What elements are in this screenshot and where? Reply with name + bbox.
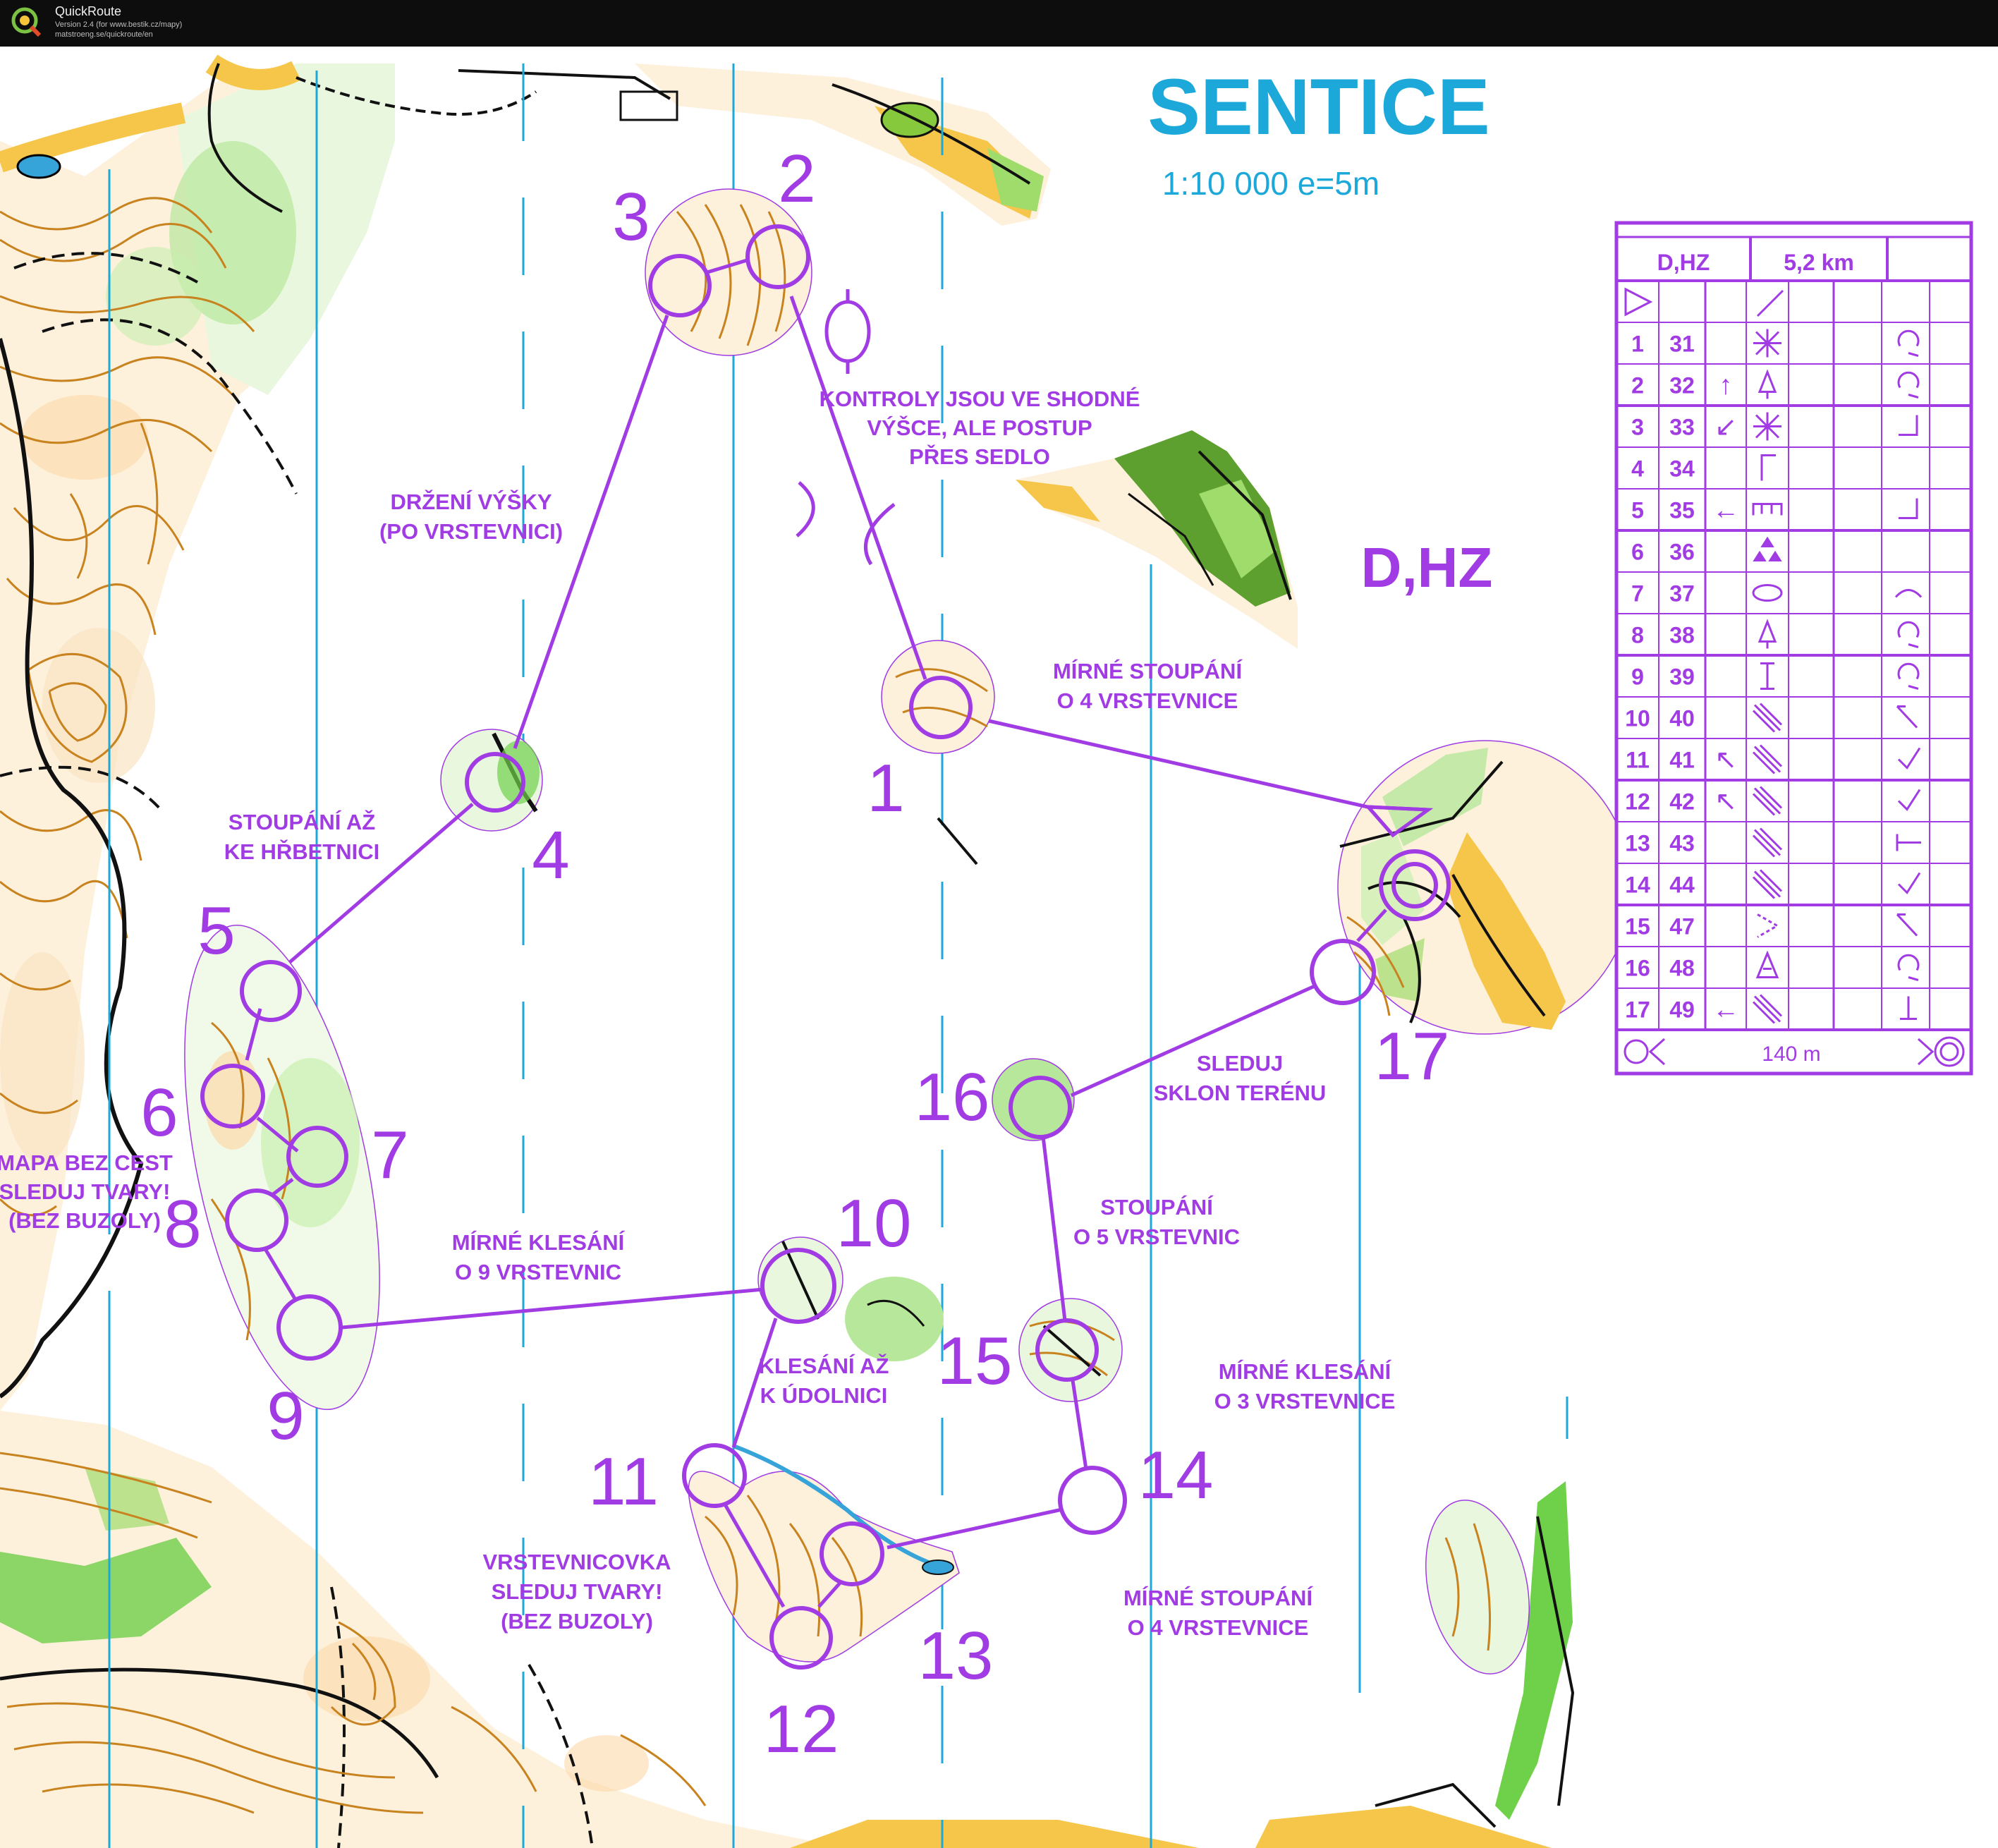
app-version: Version 2.4 (for www.bestik.cz/mapy) mat… — [55, 20, 182, 39]
note-4-line2: KE HŘBETNICI — [224, 839, 379, 864]
control-number-6: 6 — [140, 1075, 178, 1150]
url-line: matstroeng.se/quickroute/en — [55, 30, 153, 39]
control-number-15: 15 — [937, 1323, 1013, 1399]
control-number-11: 11 — [588, 1444, 659, 1519]
sheet-length: 5,2 km — [1784, 250, 1854, 275]
map-scale: 1:10 000 e=5m — [1162, 165, 1379, 202]
control-number-4: 4 — [532, 817, 569, 893]
sheet-row-code: 43 — [1669, 831, 1695, 856]
note-10-line2: O 3 VRSTEVNICE — [1214, 1389, 1396, 1414]
sheet-row-number: 14 — [1625, 873, 1650, 898]
sheet-row-number: 16 — [1625, 956, 1650, 981]
note-8-line2: O 9 VRSTEVNIC — [455, 1260, 621, 1284]
note-10-line1: MÍRNÉ KLESÁNÍ — [1219, 1359, 1392, 1384]
sheet-finish-distance: 140 m — [1762, 1042, 1820, 1066]
sheet-row-code: 37 — [1669, 581, 1695, 607]
control-number-2: 2 — [778, 141, 815, 217]
sheet-row-code: 48 — [1669, 956, 1695, 981]
sheet-feature-gully-icon — [1753, 412, 1781, 441]
note-12-line2: O 4 VRSTEVNICE — [1128, 1615, 1309, 1640]
note-2-line1: DRŽENÍ VÝŠKY — [390, 489, 552, 514]
sheet-row-direction: ← — [1712, 496, 1739, 525]
sheet-row-code: 34 — [1669, 456, 1695, 482]
note-9-line1: KLESÁNÍ AŽ — [759, 1353, 889, 1378]
sheet-row-number: 11 — [1626, 748, 1650, 773]
sheet-row-number: 12 — [1625, 789, 1650, 815]
app-title: QuickRoute — [55, 4, 122, 18]
sheet-row-number: 6 — [1631, 540, 1644, 565]
note-3-line1: MÍRNÉ STOUPÁNÍ — [1053, 659, 1243, 683]
sheet-row-code: 49 — [1669, 997, 1695, 1023]
sheet-row-number: 7 — [1631, 581, 1644, 607]
sheet-category: D,HZ — [1657, 250, 1710, 275]
sheet-row-code: 33 — [1669, 415, 1695, 440]
control-number-5: 5 — [197, 893, 235, 968]
note-9-line2: K ÚDOLNICI — [760, 1382, 888, 1408]
note-7-line1: STOUPÁNÍ — [1100, 1195, 1214, 1220]
map-category: D,HZ — [1361, 536, 1493, 599]
sheet-row-code: 38 — [1669, 623, 1695, 648]
control-number-10: 10 — [836, 1186, 912, 1261]
control-number-9: 9 — [267, 1378, 304, 1454]
note-12-line1: MÍRNÉ STOUPÁNÍ — [1123, 1586, 1314, 1610]
sheet-row-code: 39 — [1669, 664, 1695, 690]
note-5-line1: MAPA BEZ CEST — [0, 1150, 173, 1175]
sheet-row-number: 9 — [1631, 664, 1644, 690]
sheet-row-code: 32 — [1669, 373, 1695, 399]
sheet-row-number: 4 — [1631, 456, 1644, 482]
sheet-row-direction: ↖ — [1714, 787, 1737, 817]
sheet-row-number: 2 — [1631, 373, 1644, 399]
version-line: Version 2.4 (for www.bestik.cz/mapy) — [55, 20, 183, 29]
control-number-1: 1 — [867, 750, 904, 826]
note-3-line2: O 4 VRSTEVNICE — [1057, 688, 1238, 713]
note-11-line3: (BEZ BUZOLY) — [501, 1609, 653, 1634]
control-number-13: 13 — [918, 1618, 994, 1694]
sheet-row-number: 15 — [1625, 914, 1650, 940]
note-6-line1: SLEDUJ — [1197, 1051, 1283, 1076]
sheet-row-direction: ↑ — [1719, 371, 1733, 401]
sheet-row-number: 13 — [1625, 831, 1650, 856]
control-number-17: 17 — [1375, 1019, 1450, 1094]
control-description-sheet[interactable]: D,HZ 5,2 km1 312 32 ↑3 33 ↙4 345 35 ←6 367 378 389 39… — [1614, 221, 1973, 1076]
note-4-line1: STOUPÁNÍ AŽ — [229, 809, 375, 834]
note-5-line3: (BEZ BUZOLY) — [8, 1208, 161, 1233]
sheet-row-code: 36 — [1669, 540, 1695, 565]
sheet-row-code: 42 — [1669, 789, 1695, 815]
control-number-16: 16 — [915, 1059, 990, 1135]
note-11-line2: SLEDUJ TVARY! — [492, 1579, 663, 1604]
sheet-row-number: 5 — [1631, 498, 1644, 523]
note-5-line2: SLEDUJ TVARY! — [0, 1179, 170, 1204]
sheet-row-direction: ↙ — [1714, 413, 1737, 442]
sheet-row-number: 1 — [1631, 332, 1644, 357]
note-1-line2: VÝŠCE, ALE POSTUP — [867, 415, 1092, 440]
sheet-row-number: 8 — [1631, 623, 1644, 648]
quickroute-logo-icon — [11, 7, 42, 37]
sheet-row-number: 3 — [1631, 415, 1644, 440]
sheet-row-number: 10 — [1625, 706, 1650, 731]
sheet-row-code: 40 — [1669, 706, 1695, 731]
map-title: SENTICE — [1147, 63, 1490, 151]
sheet-row-code: 41 — [1669, 748, 1695, 773]
sheet-row-code: 35 — [1669, 498, 1695, 523]
note-1-line3: PŘES SEDLO — [909, 444, 1050, 469]
note-6-line2: SKLON TERÉNU — [1154, 1081, 1327, 1105]
sheet-row-direction: ↖ — [1714, 746, 1737, 775]
sheet-feature-gully-icon — [1753, 329, 1781, 358]
control-number-12: 12 — [764, 1691, 839, 1767]
note-1-line1: KONTROLY JSOU VE SHODNÉ — [820, 387, 1140, 411]
sheet-row-code: 47 — [1669, 914, 1695, 940]
orienteering-map[interactable]: SENTICE 1:10 000 e=5m D,HZ 1 2 3 4 5 6 7… — [0, 47, 1998, 1848]
note-2-line2: (PO VRSTEVNICI) — [379, 519, 563, 544]
control-number-14: 14 — [1138, 1437, 1214, 1513]
title-bar: QuickRoute Version 2.4 (for www.bestik.c… — [0, 0, 1998, 47]
note-8-line1: MÍRNÉ KLESÁNÍ — [452, 1230, 626, 1255]
note-11-line1: VRSTEVNICOVKA — [483, 1550, 671, 1574]
control-number-3: 3 — [612, 179, 650, 255]
sheet-row-code: 44 — [1669, 873, 1695, 898]
note-7-line2: O 5 VRSTEVNIC — [1073, 1224, 1240, 1249]
sheet-row-code: 31 — [1669, 332, 1695, 357]
sheet-row-number: 17 — [1625, 997, 1650, 1023]
sheet-row-direction: ← — [1712, 995, 1739, 1025]
control-number-7: 7 — [371, 1117, 408, 1193]
